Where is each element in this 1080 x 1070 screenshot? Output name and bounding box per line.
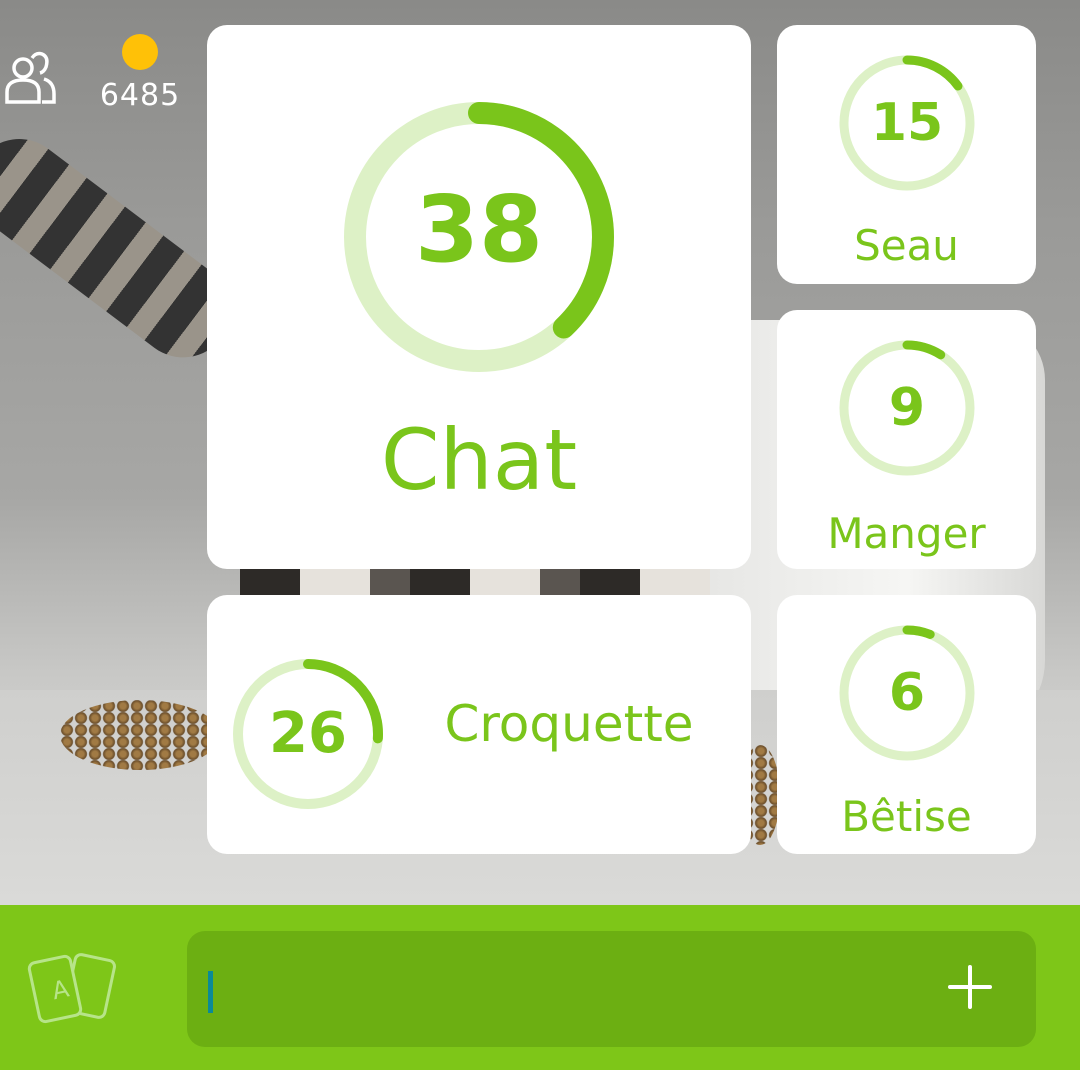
answer-word: Chat	[380, 411, 578, 509]
answer-word: Bêtise	[841, 792, 972, 841]
kibble-pile	[60, 700, 220, 770]
coin-count: 6485	[99, 78, 181, 113]
answer-card-croquette: 26 Croquette	[207, 595, 751, 854]
answer-card-chat: 38 Chat	[207, 25, 751, 569]
coin-balance[interactable]: 6485	[90, 34, 190, 113]
percent-value: 26	[269, 701, 347, 766]
friends-icon[interactable]	[2, 48, 58, 106]
plus-icon[interactable]	[948, 965, 992, 1009]
text-caret	[208, 971, 213, 1013]
answer-word: Manger	[827, 509, 986, 558]
answer-card-betise: 6 Bêtise	[777, 595, 1036, 854]
answer-word: Croquette	[444, 695, 694, 753]
percent-value: 38	[414, 176, 544, 283]
percent-value: 15	[870, 93, 944, 153]
answer-card-seau: 15 Seau	[777, 25, 1036, 284]
percent-value: 9	[888, 378, 926, 438]
answer-card-manger: 9 Manger	[777, 310, 1036, 569]
coin-icon	[122, 34, 158, 70]
answer-word: Seau	[854, 221, 959, 270]
cards-icon[interactable]: A	[26, 945, 130, 1029]
answer-input[interactable]	[187, 931, 1036, 1047]
percent-value: 6	[888, 663, 926, 723]
